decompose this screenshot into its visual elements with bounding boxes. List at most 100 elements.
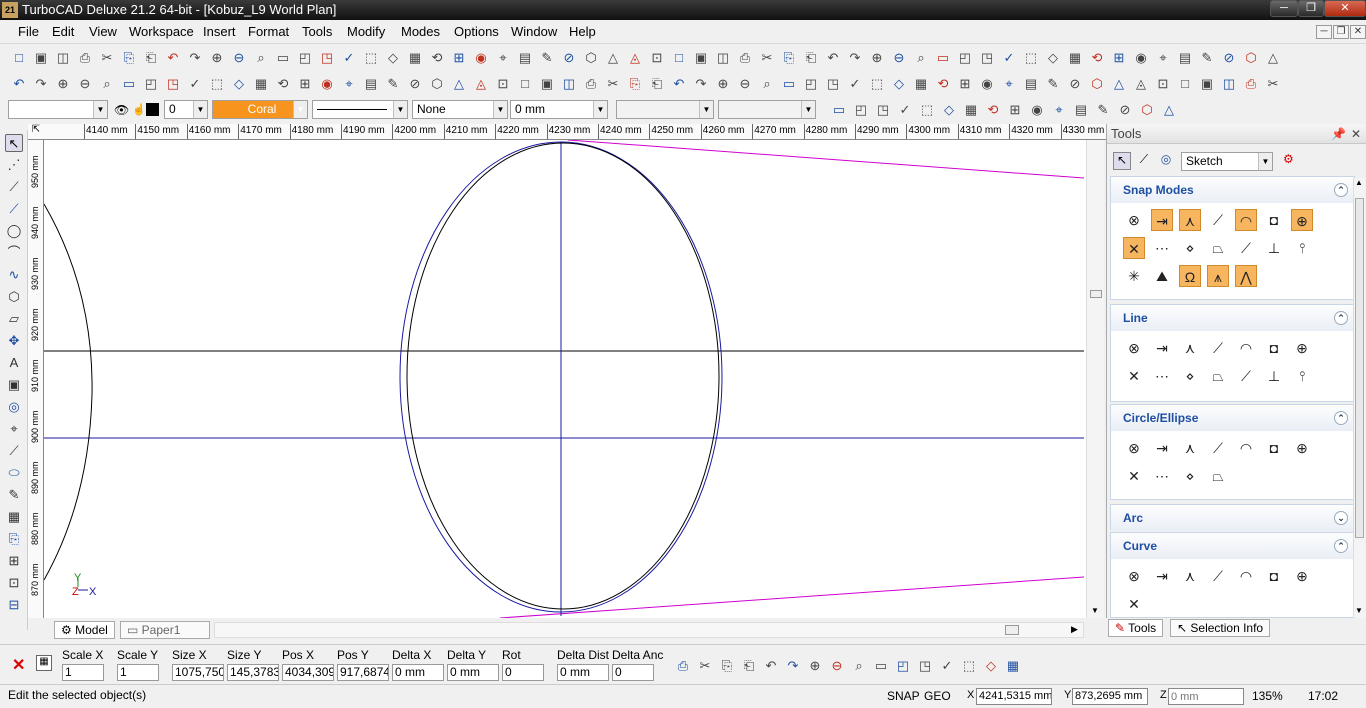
tb4-tool-icon-4[interactable]: ↶ [762,657,780,675]
x-coord-field[interactable]: 4241,5315 mm [976,688,1052,705]
menu-help[interactable]: Help [569,24,596,39]
tb1-tool-icon-15[interactable]: ✓ [340,49,358,67]
tb3-tool-icon-14[interactable]: ⬡ [1138,101,1156,119]
tb2-tool-icon-21[interactable]: ◬ [472,75,490,93]
menu-tools[interactable]: Tools [302,24,332,39]
tb2-tool-icon-31[interactable]: ↷ [692,75,710,93]
tb3-tool-icon-1[interactable]: ◰ [852,101,870,119]
curvegrid-icon-4[interactable]: ◠ [1235,565,1257,587]
tb3-tool-icon-0[interactable]: ▭ [830,101,848,119]
menu-workspace[interactable]: Workspace [129,24,194,39]
hscroll-thumb[interactable] [1005,625,1019,635]
linegrid-icon-4[interactable]: ◠ [1235,337,1257,359]
tb2-tool-icon-27[interactable]: ✂ [604,75,622,93]
tb3-tool-icon-11[interactable]: ▤ [1072,101,1090,119]
tb2-tool-icon-56[interactable]: ⎙ [1242,75,1260,93]
curvegrid-icon-7[interactable]: ✕ [1123,593,1145,615]
left-tool-icon-5[interactable]: ⌒ [5,244,23,262]
section-curve-header[interactable]: Curve ⌃ [1111,533,1354,559]
tb1-tool-icon-11[interactable]: ⌕ [252,49,270,67]
tb1-tool-icon-1[interactable]: ▣ [32,49,50,67]
left-tool-icon-13[interactable]: ⌖ [5,420,23,438]
snapgrid-icon-14[interactable]: ✳ [1123,265,1145,287]
tb2-tool-icon-11[interactable]: ▦ [252,75,270,93]
mdi-restore-button[interactable]: ❐ [1333,25,1349,39]
select-arrow-icon[interactable]: ↖ [1113,152,1131,170]
left-tool-icon-3[interactable]: ⟋ [5,200,23,218]
tb2-tool-icon-8[interactable]: ✓ [186,75,204,93]
scroll-thumb[interactable] [1090,290,1102,298]
left-tool-icon-4[interactable]: ◯ [5,222,23,240]
tb1-tool-icon-12[interactable]: ▭ [274,49,292,67]
thickness-select[interactable]: 0 mm ▼ [510,100,608,119]
tb4-tool-icon-13[interactable]: ⬚ [960,657,978,675]
tb2-tool-icon-28[interactable]: ⎘ [626,75,644,93]
collapse-icon[interactable]: ⌃ [1334,311,1348,325]
y-coord-field[interactable]: 873,2695 mm [1072,688,1148,705]
panel-close-icon[interactable]: ✕ [1351,124,1361,144]
tb1-tool-icon-33[interactable]: ⎙ [736,49,754,67]
left-tool-icon-10[interactable]: A [5,354,23,372]
circgrid-icon-4[interactable]: ◠ [1235,437,1257,459]
tb4-tool-icon-5[interactable]: ↷ [784,657,802,675]
left-tool-icon-8[interactable]: ▱ [5,310,23,328]
circgrid-icon-10[interactable]: ⏢ [1207,465,1229,487]
tb1-tool-icon-13[interactable]: ◰ [296,49,314,67]
tb1-tool-icon-21[interactable]: ◉ [472,49,490,67]
tb1-tool-icon-2[interactable]: ◫ [54,49,72,67]
menu-edit[interactable]: Edit [52,24,74,39]
canvas-horizontal-scrollbar[interactable]: ▶ [214,622,1084,638]
tb1-tool-icon-48[interactable]: ▦ [1066,49,1084,67]
layer-select[interactable]: ▼ [8,100,108,119]
tb1-tool-icon-22[interactable]: ⌖ [494,49,512,67]
snapgrid-icon-3[interactable]: ⟋ [1207,209,1229,231]
tb2-tool-icon-10[interactable]: ◇ [230,75,248,93]
tb2-tool-icon-52[interactable]: ⊡ [1154,75,1172,93]
curvegrid-icon-6[interactable]: ⊕ [1291,565,1313,587]
linegrid-icon-8[interactable]: ⋯ [1151,365,1173,387]
snapgrid-icon-1[interactable]: ⇥ [1151,209,1173,231]
circgrid-icon-7[interactable]: ✕ [1123,465,1145,487]
maximize-button[interactable]: ❐ [1298,0,1324,17]
settings-icon[interactable]: ⚙ [1283,152,1301,170]
tb1-tool-icon-20[interactable]: ⊞ [450,49,468,67]
circgrid-icon-8[interactable]: ⋯ [1151,465,1173,487]
expand-icon[interactable]: ⌄ [1334,511,1348,525]
tb1-tool-icon-23[interactable]: ▤ [516,49,534,67]
tb2-tool-icon-38[interactable]: ✓ [846,75,864,93]
tb2-tool-icon-12[interactable]: ⟲ [274,75,292,93]
section-line-header[interactable]: Line ⌃ [1111,305,1354,331]
tb3-tool-icon-5[interactable]: ◇ [940,101,958,119]
menu-window[interactable]: Window [511,24,557,39]
left-tool-icon-11[interactable]: ▣ [5,376,23,394]
z-coord-field[interactable] [1168,688,1244,705]
tb1-tool-icon-7[interactable]: ↶ [164,49,182,67]
tb2-tool-icon-30[interactable]: ↶ [670,75,688,93]
mdi-minimize-button[interactable]: ─ [1316,25,1332,39]
hand-icon[interactable]: ☝ [132,103,146,116]
snapgrid-icon-10[interactable]: ⏢ [1207,237,1229,259]
inspector-field[interactable]: 1075,7505 [172,664,224,681]
circgrid-icon-2[interactable]: ⋏ [1179,437,1201,459]
section-snap-modes-header[interactable]: Snap Modes ⌃ [1111,177,1354,203]
linegrid-icon-0[interactable]: ⊗ [1123,337,1145,359]
tb1-tool-icon-49[interactable]: ⟲ [1088,49,1106,67]
left-tool-icon-2[interactable]: ⟋ [5,178,23,196]
color-select[interactable]: Coral ▼ [212,100,308,119]
pen-width-select[interactable]: 0 ▼ [164,100,208,119]
tb1-tool-icon-25[interactable]: ⊘ [560,49,578,67]
menu-format[interactable]: Format [248,24,289,39]
scroll-up-icon[interactable]: ▲ [1355,178,1363,187]
tb1-tool-icon-30[interactable]: □ [670,49,688,67]
snapgrid-icon-0[interactable]: ⊗ [1123,209,1145,231]
tb1-tool-icon-14[interactable]: ◳ [318,49,336,67]
tb2-tool-icon-41[interactable]: ▦ [912,75,930,93]
circgrid-icon-9[interactable]: ⋄ [1179,465,1201,487]
snapgrid-icon-6[interactable]: ⊕ [1291,209,1313,231]
magenta-line-top[interactable] [567,140,1085,179]
tb1-tool-icon-19[interactable]: ⟲ [428,49,446,67]
left-tool-icon-1[interactable]: ⋰ [5,156,23,174]
tab-selection-info[interactable]: ↖ Selection Info [1170,619,1271,637]
pattern-select[interactable]: None ▼ [412,100,508,119]
tb2-tool-icon-50[interactable]: △ [1110,75,1128,93]
